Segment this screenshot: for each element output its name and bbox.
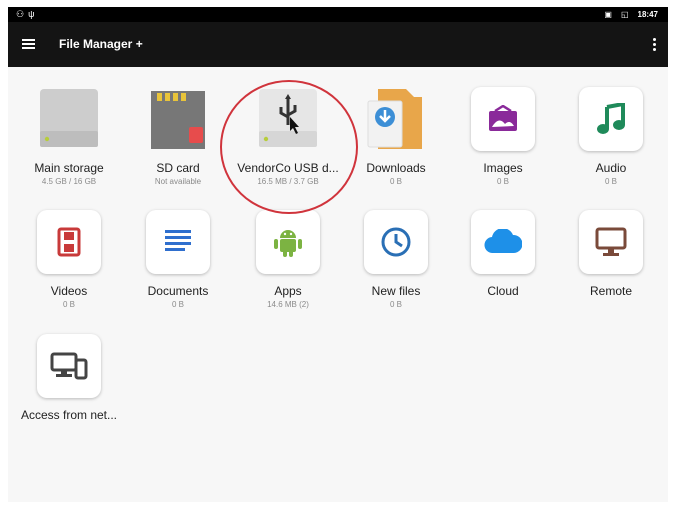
screen-rotation-icon: ◱	[620, 10, 629, 19]
item-label: Apps	[274, 284, 302, 298]
location-cloud[interactable]: Cloud	[449, 210, 557, 300]
item-label: Downloads	[366, 161, 426, 175]
images-icon	[471, 87, 535, 151]
location-audio[interactable]: Audio 0 B	[557, 87, 665, 186]
location-remote[interactable]: Remote	[557, 210, 665, 300]
item-sub: 0 B	[171, 300, 184, 309]
android-apps-icon	[256, 210, 320, 274]
usb-icon: ψ	[28, 9, 39, 19]
location-network-access[interactable]: Access from net...	[15, 334, 123, 422]
picture-in-picture-icon: ▣	[604, 10, 612, 19]
item-sub: 0 B	[389, 300, 402, 309]
item-label: Images	[483, 161, 523, 175]
device-screen: ⚇ψ ▣ ◱ 18:47 File Manager + Main storage…	[8, 7, 668, 502]
item-label: Documents	[147, 284, 209, 298]
item-sub: 0 B	[496, 177, 509, 186]
item-label: Remote	[589, 284, 633, 298]
location-sd-card[interactable]: SD card Not available	[124, 87, 232, 186]
location-images[interactable]: Images 0 B	[449, 87, 557, 186]
videos-icon	[37, 210, 101, 274]
item-label: Main storage	[34, 161, 104, 175]
item-sub: 4.5 GB / 16 GB	[41, 177, 97, 186]
audio-icon	[579, 87, 643, 151]
item-label: Cloud	[487, 284, 519, 298]
downloads-folder-icon	[364, 87, 428, 151]
item-sub: 0 B	[389, 177, 402, 186]
network-devices-icon	[37, 334, 101, 398]
item-label: New files	[371, 284, 421, 298]
item-sub: 0 B	[604, 177, 617, 186]
highlight-circle-annotation	[220, 80, 358, 214]
location-downloads[interactable]: Downloads 0 B	[342, 87, 450, 186]
location-apps[interactable]: Apps 14.6 MB (2)	[234, 210, 342, 309]
location-documents[interactable]: Documents 0 B	[124, 210, 232, 309]
app-toolbar: File Manager +	[8, 22, 668, 67]
item-sub: 0 B	[62, 300, 75, 309]
item-label: Audio	[595, 161, 627, 175]
location-new-files[interactable]: New files 0 B	[342, 210, 450, 309]
storage-drive-icon	[37, 87, 101, 151]
sd-card-icon	[146, 87, 210, 151]
item-label: SD card	[156, 161, 200, 175]
status-bar: ⚇ψ ▣ ◱ 18:47	[8, 7, 668, 22]
item-sub: Not available	[154, 177, 202, 186]
app-title: File Manager +	[59, 37, 143, 51]
cloud-icon	[471, 210, 535, 274]
status-notification-icons: ⚇ψ	[16, 9, 39, 20]
clock-icon	[364, 210, 428, 274]
item-label: Videos	[50, 284, 88, 298]
documents-icon	[146, 210, 210, 274]
person-icon: ⚇	[16, 9, 29, 19]
item-sub: 14.6 MB (2)	[267, 300, 309, 309]
location-videos[interactable]: Videos 0 B	[15, 210, 123, 309]
overflow-menu-icon[interactable]	[653, 38, 656, 53]
menu-icon[interactable]	[22, 39, 35, 49]
item-label: Access from net...	[20, 408, 118, 422]
monitor-icon	[579, 210, 643, 274]
location-main-storage[interactable]: Main storage 4.5 GB / 16 GB	[15, 87, 123, 186]
time: 18:47	[637, 10, 658, 19]
